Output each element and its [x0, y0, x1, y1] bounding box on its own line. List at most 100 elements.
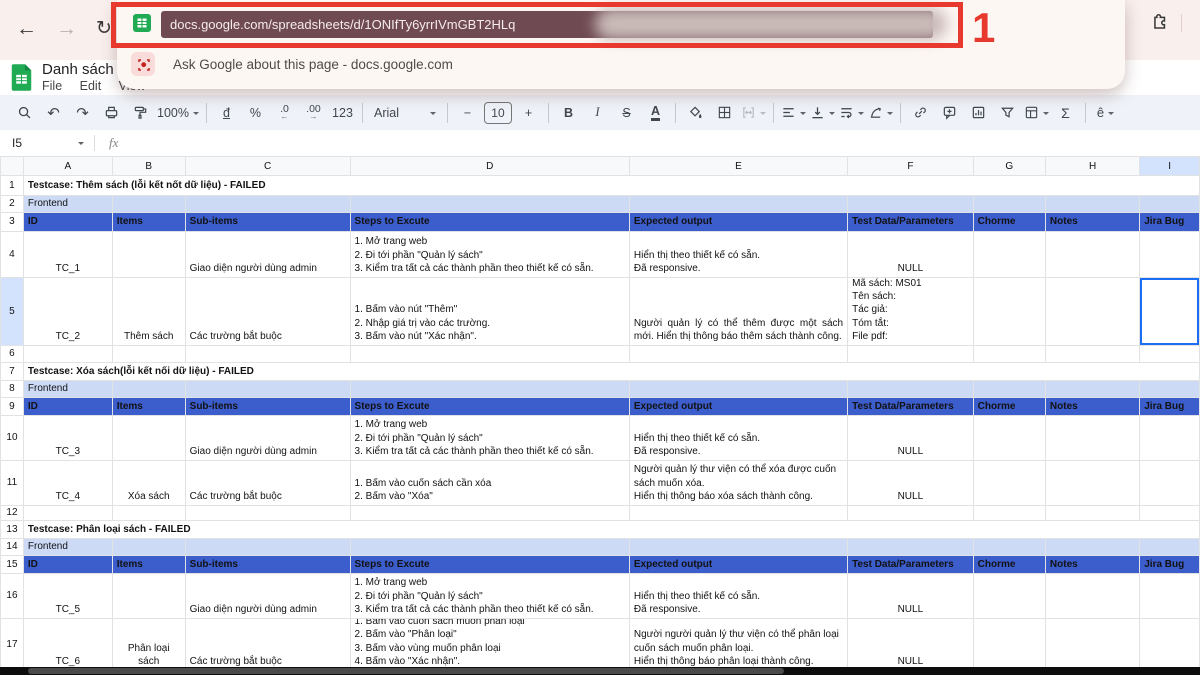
row-header-13[interactable]: 13: [1, 521, 24, 539]
cell-B6[interactable]: [112, 346, 185, 363]
column-header-I[interactable]: I: [1140, 157, 1200, 176]
row-header-11[interactable]: 11: [1, 461, 24, 506]
cell-A5[interactable]: TC_2: [23, 278, 112, 346]
cell-B4[interactable]: [112, 232, 185, 278]
extensions-icon[interactable]: [1149, 12, 1168, 36]
cell-A8[interactable]: Frontend: [23, 381, 112, 398]
zoom-select[interactable]: 100%: [155, 100, 201, 126]
cell-D4[interactable]: 1. Mở trang web2. Đi tới phần "Quản lý s…: [350, 232, 629, 278]
cell-E16[interactable]: Hiển thị theo thiết kế có sẵn.Đã respons…: [629, 574, 847, 619]
insert-comment-icon[interactable]: [935, 100, 964, 126]
cell-H17[interactable]: [1045, 619, 1139, 668]
insert-chart-icon[interactable]: [964, 100, 993, 126]
cell-F17[interactable]: NULL: [848, 619, 974, 668]
cell-I10[interactable]: [1140, 416, 1200, 461]
cell-F15[interactable]: Test Data/Parameters: [848, 556, 974, 574]
cell-D6[interactable]: [350, 346, 629, 363]
increase-decimals-button[interactable]: .00→: [299, 100, 328, 126]
cell-B5[interactable]: Thêm sách: [112, 278, 185, 346]
search-icon[interactable]: [10, 100, 39, 126]
cell-H10[interactable]: [1045, 416, 1139, 461]
cell-E12[interactable]: [629, 506, 847, 521]
cell-H4[interactable]: [1045, 232, 1139, 278]
cell-I4[interactable]: [1140, 232, 1200, 278]
cell-F11[interactable]: NULL: [848, 461, 974, 506]
ask-google-suggestion[interactable]: Ask Google about this page - docs.google…: [131, 52, 453, 76]
cell-G4[interactable]: [973, 232, 1045, 278]
cell-D12[interactable]: [350, 506, 629, 521]
cell-H6[interactable]: [1045, 346, 1139, 363]
cell-A12[interactable]: [23, 506, 112, 521]
cell-B10[interactable]: [112, 416, 185, 461]
format-currency-button[interactable]: đ: [212, 100, 241, 126]
decrease-decimals-button[interactable]: .0←: [270, 100, 299, 126]
menu-file[interactable]: File: [42, 79, 62, 93]
cell-G11[interactable]: [973, 461, 1045, 506]
cell-G15[interactable]: Chorme: [973, 556, 1045, 574]
row-header-17[interactable]: 17: [1, 619, 24, 668]
insert-link-icon[interactable]: [906, 100, 935, 126]
cell-G12[interactable]: [973, 506, 1045, 521]
reload-icon[interactable]: ↻: [96, 14, 112, 44]
undo-icon[interactable]: ↶: [39, 100, 68, 126]
vertical-align-icon[interactable]: [808, 100, 837, 126]
cell-A17[interactable]: TC_6: [23, 619, 112, 668]
row-header-16[interactable]: 16: [1, 574, 24, 619]
cell-F5[interactable]: Mã sách: MS01Tên sách:Tác giả:Tóm tắt:Fi…: [848, 278, 974, 346]
print-icon[interactable]: [97, 100, 126, 126]
cell-F16[interactable]: NULL: [848, 574, 974, 619]
text-wrap-icon[interactable]: [837, 100, 866, 126]
cell-C12[interactable]: [185, 506, 350, 521]
cell-F10[interactable]: NULL: [848, 416, 974, 461]
column-header-H[interactable]: H: [1045, 157, 1139, 176]
paint-format-icon[interactable]: [126, 100, 155, 126]
cell-A3[interactable]: ID: [23, 213, 112, 232]
cell-C6[interactable]: [185, 346, 350, 363]
cell-E2[interactable]: [629, 196, 847, 213]
cell-C11[interactable]: Các trường bắt buộc: [185, 461, 350, 506]
cell-A6[interactable]: [23, 346, 112, 363]
cell-F12[interactable]: [848, 506, 974, 521]
cell-E3[interactable]: Expected output: [629, 213, 847, 232]
fill-color-icon[interactable]: [681, 100, 710, 126]
column-header-D[interactable]: D: [350, 157, 629, 176]
cell-E4[interactable]: Hiển thị theo thiết kế có sẵn.Đã respons…: [629, 232, 847, 278]
cell-D16[interactable]: 1. Mở trang web2. Đi tới phần "Quản lý s…: [350, 574, 629, 619]
format-percent-button[interactable]: %: [241, 100, 270, 126]
cell-E11[interactable]: Người quản lý thư viện có thể xóa được c…: [629, 461, 847, 506]
row-header-10[interactable]: 10: [1, 416, 24, 461]
redo-icon[interactable]: ↷: [68, 100, 97, 126]
cell-H5[interactable]: [1045, 278, 1139, 346]
sheets-logo-icon[interactable]: [10, 63, 33, 97]
cell-B8[interactable]: [112, 381, 185, 398]
cell-G14[interactable]: [973, 539, 1045, 556]
cell-C10[interactable]: Giao diện người dùng admin: [185, 416, 350, 461]
cell-G16[interactable]: [973, 574, 1045, 619]
borders-icon[interactable]: [710, 100, 739, 126]
name-box[interactable]: I5: [0, 136, 74, 150]
cell-I2[interactable]: [1140, 196, 1200, 213]
column-header-G[interactable]: G: [973, 157, 1045, 176]
row-header-15[interactable]: 15: [1, 556, 24, 574]
column-header-A[interactable]: A: [23, 157, 112, 176]
column-header-F[interactable]: F: [848, 157, 974, 176]
cell-D5[interactable]: 1. Bấm vào nút "Thêm"2. Nhập giá trị vào…: [350, 278, 629, 346]
cell-I5[interactable]: [1140, 278, 1200, 346]
column-header-E[interactable]: E: [629, 157, 847, 176]
row-header-1[interactable]: 1: [1, 176, 24, 196]
row-header-7[interactable]: 7: [1, 363, 24, 381]
create-filter-icon[interactable]: [993, 100, 1022, 126]
row-header-4[interactable]: 4: [1, 232, 24, 278]
cell-F9[interactable]: Test Data/Parameters: [848, 398, 974, 416]
cell-C2[interactable]: [185, 196, 350, 213]
cell-E9[interactable]: Expected output: [629, 398, 847, 416]
cell-H16[interactable]: [1045, 574, 1139, 619]
cell-D8[interactable]: [350, 381, 629, 398]
cell-H14[interactable]: [1045, 539, 1139, 556]
cell-I9[interactable]: Jira Bug: [1140, 398, 1200, 416]
functions-button[interactable]: Σ: [1051, 100, 1080, 126]
cell-C8[interactable]: [185, 381, 350, 398]
cell-E17[interactable]: Người người quản lý thư viện có thể phân…: [629, 619, 847, 668]
cell-E8[interactable]: [629, 381, 847, 398]
horizontal-align-icon[interactable]: [779, 100, 808, 126]
